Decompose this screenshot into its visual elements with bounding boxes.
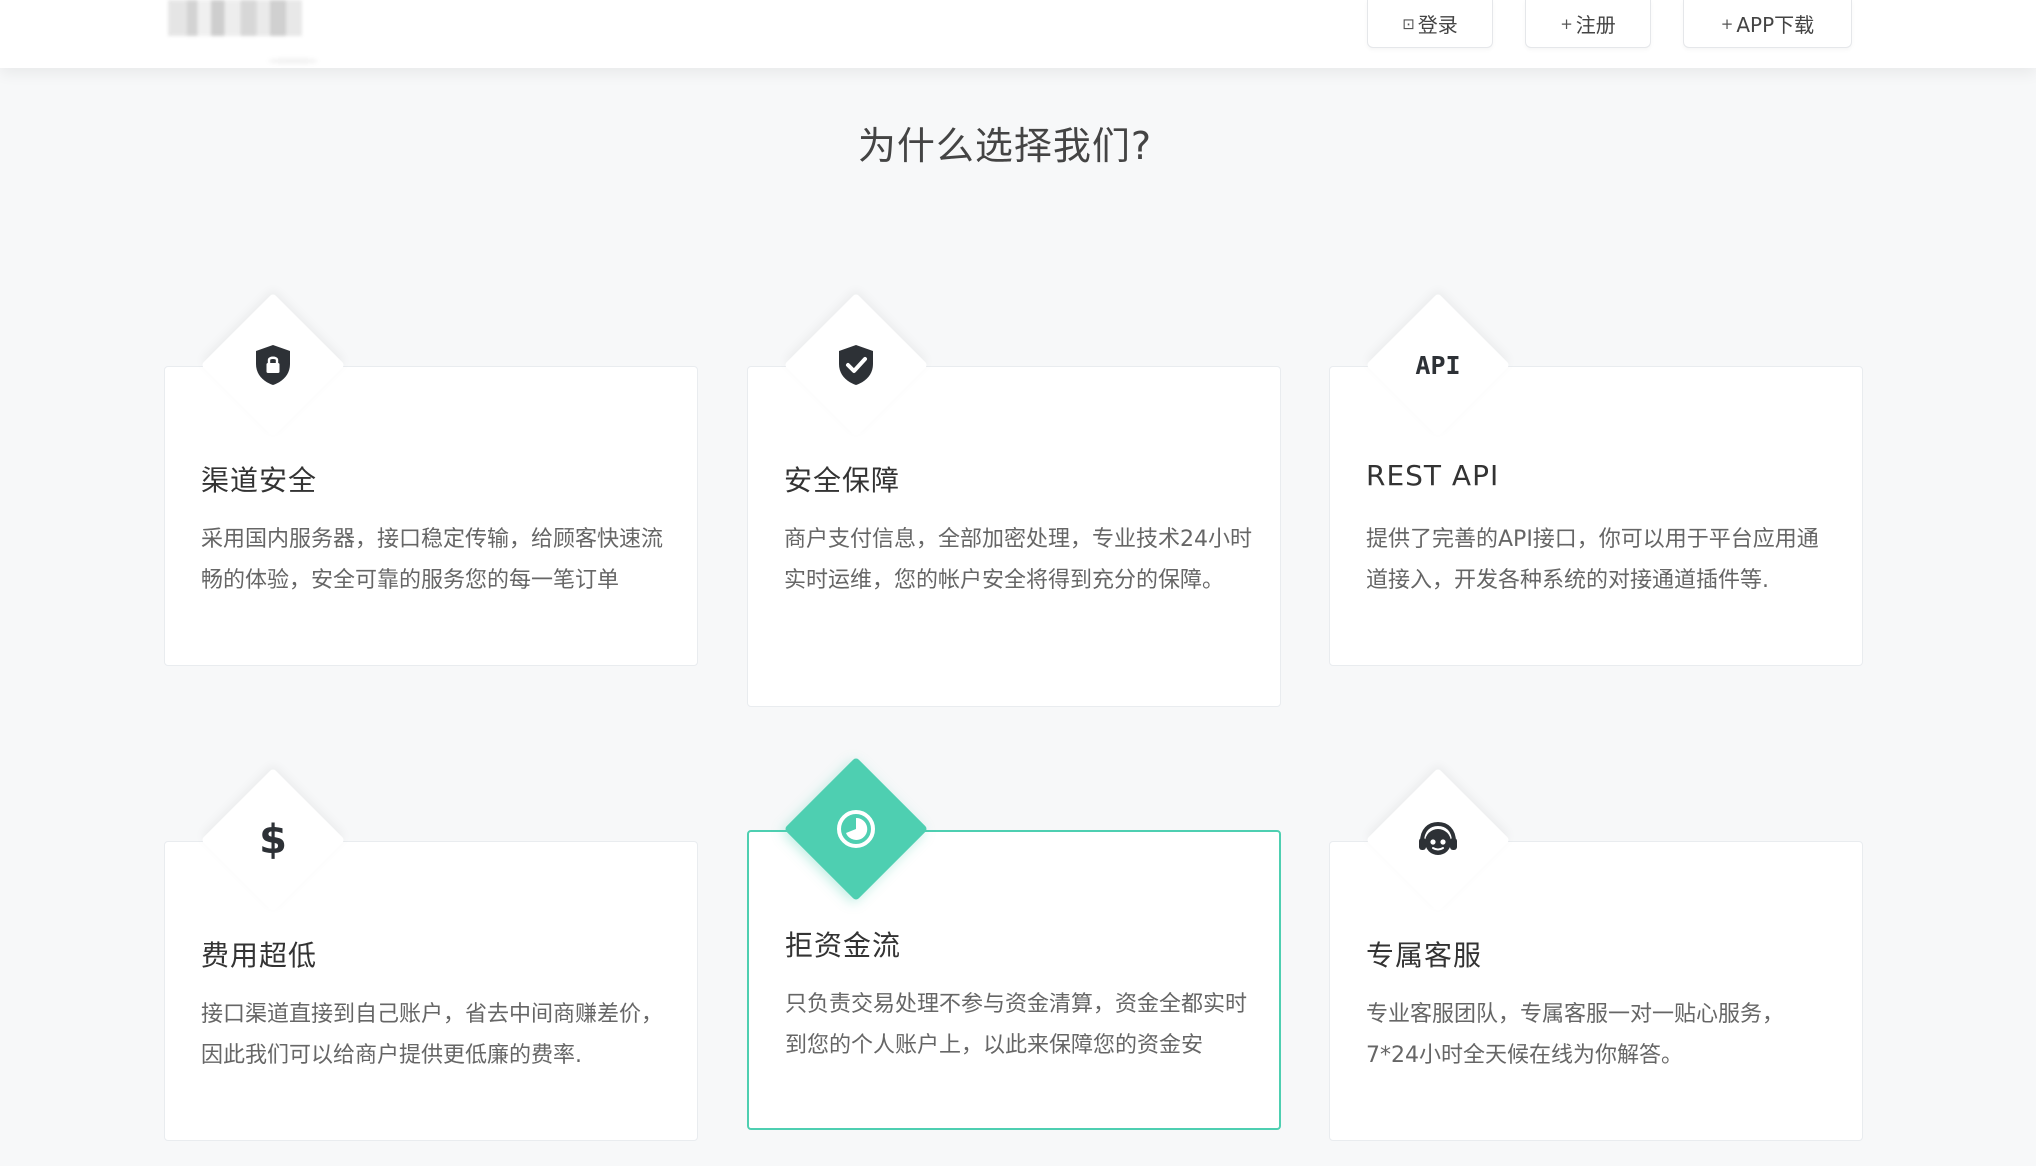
feature-description: 提供了完善的API接口，你可以用于平台应用通道接入，开发各种系统的对接通道插件等… [1366,527,1819,593]
feature-title: 渠道安全 [201,464,318,497]
feature-title: 费用超低 [201,939,318,972]
shield-check-icon [805,314,907,416]
feature-description: 专业客服团队，专属客服一对一贴心服务，7*24小时全天候在线为你解答。 [1366,1002,1785,1068]
logo-shadow [268,58,318,64]
dollar-icon-text: $ [259,817,287,863]
feature-card-security-guarantee: 安全保障 商户支付信息，全部加密处理，专业技术24小时实时运维，您的帐户安全将得… [747,366,1281,707]
feature-title: 拒资金流 [785,929,902,962]
section-title: 为什么选择我们? [857,124,1153,168]
customer-service-icon [1387,789,1489,891]
top-navbar: ⊡ 登录 + 注册 + APP下载 [0,0,2036,68]
add-user-icon: + [1560,14,1573,33]
feature-description: 商户支付信息，全部加密处理，专业技术24小时实时运维，您的帐户安全将得到充分的保… [784,527,1252,593]
app-download-label: APP下载 [1736,13,1815,37]
feature-description: 接口渠道直接到自己账户，省去中间商赚差价，因此我们可以给商户提供更低廉的费率. [201,1002,664,1068]
dollar-icon: $ [222,789,324,891]
login-button[interactable]: ⊡ 登录 [1367,0,1493,48]
feature-title: REST API [1366,459,1500,492]
register-label: 注册 [1575,13,1616,37]
add-user-icon: + [1720,14,1734,33]
api-icon-text: API [1415,350,1461,380]
api-icon: API [1387,314,1489,416]
feature-title: 安全保障 [784,464,901,497]
register-button[interactable]: + 注册 [1525,0,1651,48]
shield-lock-icon [222,314,324,416]
feature-title: 专属客服 [1366,939,1483,972]
app-download-button[interactable]: + APP下载 [1683,0,1852,48]
login-label: 登录 [1417,13,1458,37]
feature-description: 采用国内服务器，接口稳定传输，给顾客快速流畅的体验，安全可靠的服务您的每一笔订单 [201,527,664,593]
pie-clock-icon [805,778,907,880]
site-logo[interactable] [168,0,302,36]
login-icon: ⊡ [1402,14,1415,33]
feature-description: 只负责交易处理不参与资金清算，资金全都实时到您的个人账户上，以此来保障您的资金安 [785,992,1248,1058]
